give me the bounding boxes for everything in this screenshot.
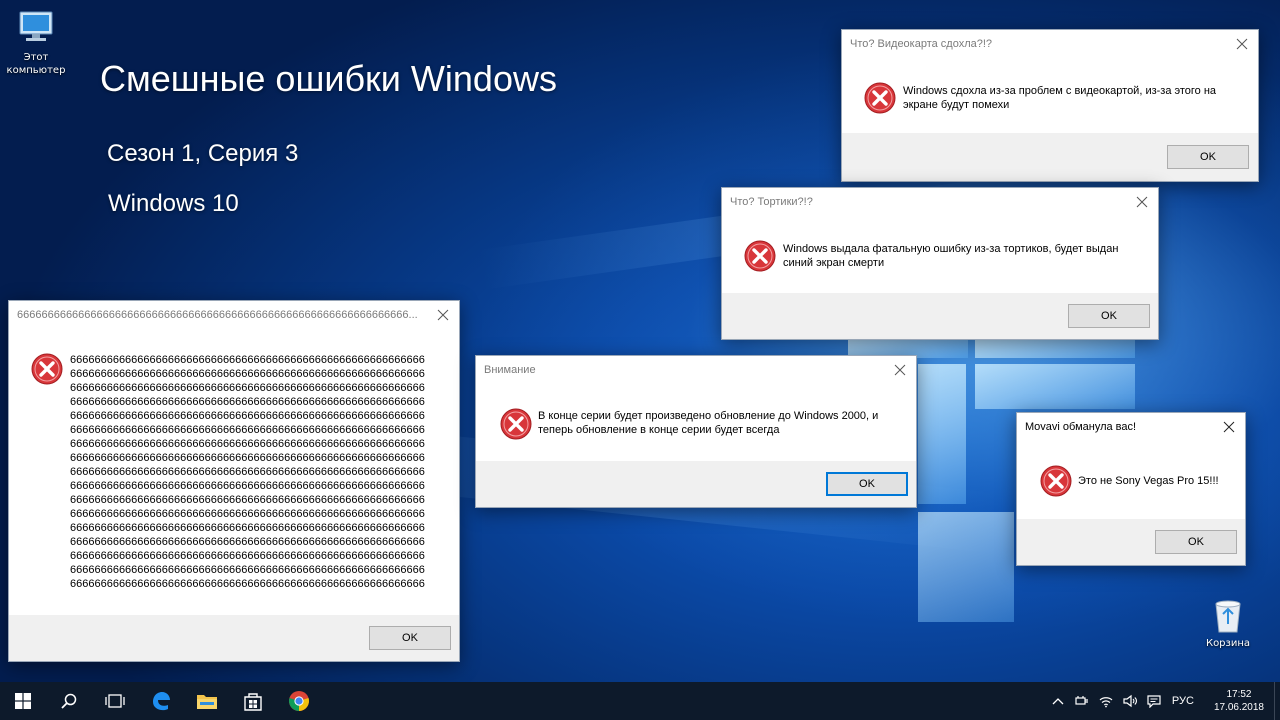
dialog-title: Что? Видеокарта сдохла?!? (850, 38, 993, 50)
volume-tray-button[interactable] (1118, 682, 1142, 720)
dialog-title: 6666666666666666666666666666666666666666… (17, 309, 418, 321)
taskbar-clock[interactable]: 17:52 17.06.2018 (1204, 688, 1274, 714)
power-plug-icon (1075, 696, 1088, 705)
start-button[interactable] (0, 682, 46, 720)
close-icon[interactable] (1132, 192, 1152, 212)
chevron-up-icon (1052, 698, 1064, 705)
dialog-footer: OK (476, 461, 916, 507)
recycle-bin-icon (1215, 600, 1241, 633)
dialog-titlebar[interactable]: 6666666666666666666666666666666666666666… (9, 301, 459, 329)
dialog-message: 6666666666666666666666666666666666666666… (70, 354, 425, 593)
task-view-button[interactable] (92, 682, 138, 720)
power-tray-button[interactable] (1070, 682, 1094, 720)
wifi-icon (1099, 697, 1113, 708)
recycle-bin-desktop-icon[interactable]: Корзина (1194, 592, 1262, 649)
file-explorer-taskbar-button[interactable] (184, 682, 230, 720)
message-line: теперь обновление в конце серии будет вс… (538, 424, 780, 436)
message-line: Windows сдохла из-за проблем с видеокарт… (903, 85, 1217, 97)
this-pc-label-line2: компьютер (6, 65, 66, 76)
dialog-title: Что? Тортики?!? (730, 196, 813, 208)
dialog-message: Windows сдохла из-за проблем с видеокарт… (903, 84, 1253, 112)
system-tray: РУС 17:52 17.06.2018 (1046, 682, 1280, 720)
message-line: экране будут помехи (903, 99, 1010, 111)
dialog-title: Movavi обманула вас! (1025, 421, 1137, 433)
windows-logo-pane (918, 364, 966, 504)
dialog-cakes[interactable]: Что? Тортики?!? Windows выдала фатальную… (721, 187, 1159, 340)
video-season: Сезон 1, Серия 3 (107, 140, 299, 167)
close-icon[interactable] (433, 305, 453, 325)
this-pc-desktop-icon[interactable]: Этот компьютер (2, 6, 70, 76)
ok-button[interactable]: OK (369, 626, 451, 650)
search-icon (61, 693, 77, 709)
ok-button[interactable]: OK (1167, 145, 1249, 169)
show-hidden-icons-button[interactable] (1046, 682, 1070, 720)
dialog-footer: OK (722, 293, 1158, 339)
show-desktop-button[interactable] (1274, 682, 1280, 720)
dialog-message: В конце серии будет произведено обновлен… (538, 409, 910, 437)
error-icon (744, 240, 776, 272)
error-icon (1040, 465, 1072, 497)
network-tray-button[interactable] (1094, 682, 1118, 720)
task-view-icon (105, 694, 125, 708)
edge-browser-icon (153, 692, 170, 711)
computer-icon (19, 11, 53, 41)
chrome-taskbar-button[interactable] (276, 682, 322, 720)
close-icon[interactable] (1232, 34, 1252, 54)
store-taskbar-button[interactable] (230, 682, 276, 720)
windows-logo-pane (918, 512, 1014, 622)
search-button[interactable] (46, 682, 92, 720)
recycle-bin-label: Корзина (1205, 638, 1251, 649)
clock-time: 17:52 (1226, 689, 1252, 700)
dialog-footer: OK (9, 615, 459, 661)
message-line: Windows выдала фатальную ошибку из-за то… (783, 243, 1119, 255)
notifications-tray-button[interactable] (1142, 682, 1166, 720)
store-icon (244, 693, 262, 711)
error-icon (500, 408, 532, 440)
windows-logo-pane (975, 364, 1135, 409)
speaker-icon (1123, 694, 1137, 708)
desktop: Этот компьютер Корзина Смешные ошибки Wi… (0, 0, 1280, 682)
file-explorer-icon (197, 695, 217, 709)
ok-button[interactable]: OK (1068, 304, 1150, 328)
close-icon[interactable] (890, 360, 910, 380)
video-title: Смешные ошибки Windows (100, 58, 557, 99)
dialog-titlebar[interactable]: Movavi обманула вас! (1017, 413, 1245, 441)
dialog-message: Windows выдала фатальную ошибку из-за то… (783, 242, 1153, 270)
windows-start-icon (15, 693, 31, 709)
dialog-footer: OK (842, 133, 1258, 181)
dialog-message: Это не Sony Vegas Pro 15!!! (1078, 475, 1219, 487)
ok-button[interactable]: OK (1155, 530, 1237, 554)
windows-logo-pane (975, 340, 1135, 358)
dialog-titlebar[interactable]: Внимание (476, 356, 916, 384)
input-language-indicator[interactable]: РУС (1166, 695, 1204, 707)
video-os-version: Windows 10 (108, 190, 239, 217)
clock-date: 17.06.2018 (1213, 702, 1264, 713)
dialog-videocard[interactable]: Что? Видеокарта сдохла?!? Windows сдохла… (841, 29, 1259, 182)
message-line: синий экран смерти (783, 257, 885, 269)
edge-taskbar-button[interactable] (138, 682, 184, 720)
chrome-icon (289, 691, 309, 711)
dialog-sixes[interactable]: 6666666666666666666666666666666666666666… (8, 300, 460, 662)
dialog-movavi[interactable]: Movavi обманула вас! Это не Sony Vegas P… (1016, 412, 1246, 566)
dialog-warning[interactable]: Внимание В конце серии будет произведено… (475, 355, 917, 508)
error-icon (31, 353, 63, 385)
this-pc-label-line1: Этот (23, 52, 49, 63)
close-icon[interactable] (1219, 417, 1239, 437)
dialog-title: Внимание (484, 364, 536, 376)
dialog-titlebar[interactable]: Что? Видеокарта сдохла?!? (842, 30, 1258, 58)
message-line: В конце серии будет произведено обновлен… (538, 410, 879, 422)
dialog-footer: OK (1017, 519, 1245, 565)
taskbar: РУС 17:52 17.06.2018 (0, 682, 1280, 720)
message-icon (1147, 695, 1161, 708)
dialog-titlebar[interactable]: Что? Тортики?!? (722, 188, 1158, 216)
ok-button[interactable]: OK (826, 472, 908, 496)
error-icon (864, 82, 896, 114)
